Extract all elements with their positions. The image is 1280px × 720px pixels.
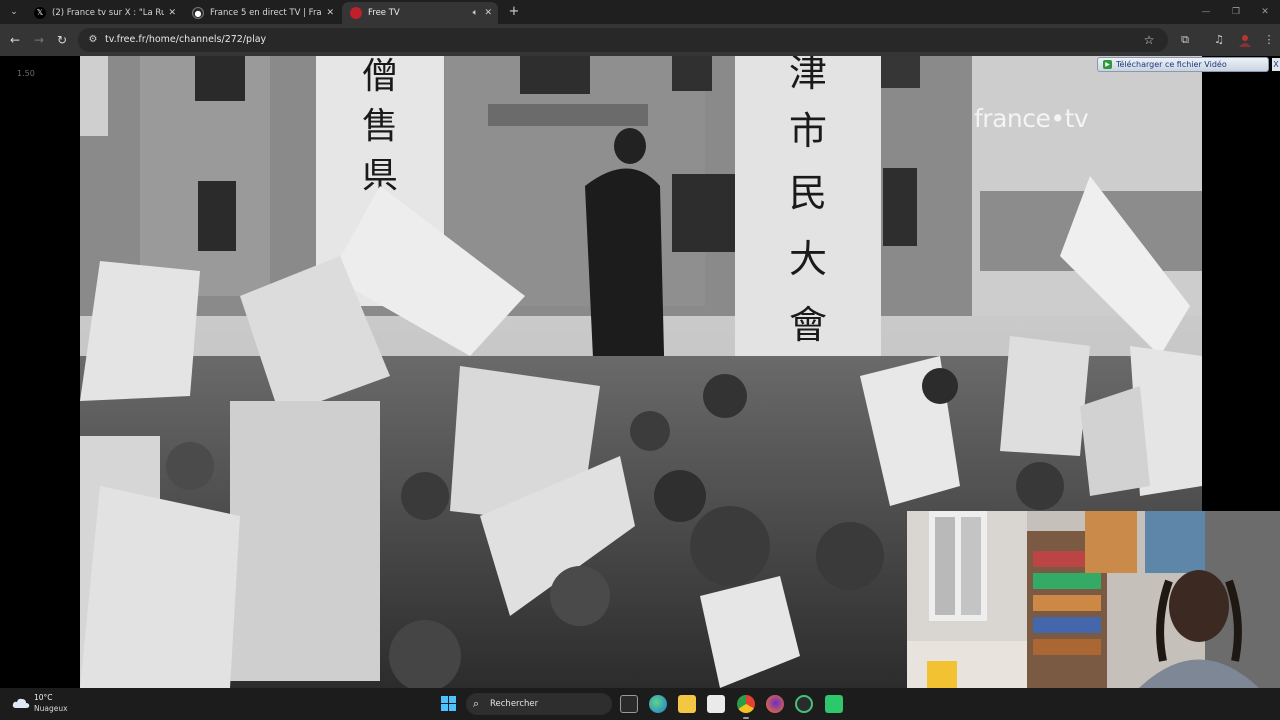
- forward-arrow-icon[interactable]: →: [30, 31, 48, 49]
- svg-text:大: 大: [789, 237, 827, 281]
- svg-text:售: 售: [362, 106, 398, 147]
- profile-avatar-icon[interactable]: [1236, 31, 1254, 49]
- webcam-overlay: [907, 511, 1280, 688]
- cloud-weather-icon[interactable]: [12, 697, 30, 709]
- tab-title: Free TV: [368, 8, 400, 18]
- address-bar[interactable]: ⚙ tv.free.fr/home/channels/272/play ☆: [78, 28, 1168, 52]
- download-close-button[interactable]: X: [1272, 58, 1280, 71]
- search-placeholder: Rechercher: [490, 699, 539, 709]
- close-tab-icon[interactable]: ✕: [484, 2, 492, 24]
- svg-text:津: 津: [789, 56, 827, 95]
- obs-studio-icon[interactable]: [795, 695, 813, 713]
- tab-free-tv[interactable]: Free TV 🔈︎ ✕: [342, 2, 498, 24]
- francetv-icon: ●: [192, 7, 204, 19]
- tab-france5-direct[interactable]: ● France 5 en direct TV | France T... ✕: [184, 2, 340, 24]
- download-video-label: Télécharger ce fichier Vidéo: [1116, 60, 1227, 69]
- playback-speed-label: 1.50: [17, 69, 35, 78]
- channel-watermark-logo: france•tv: [974, 104, 1089, 133]
- bookmark-star-icon[interactable]: ☆: [1140, 31, 1158, 49]
- svg-text:市: 市: [789, 109, 827, 153]
- windows-start-icon[interactable]: [441, 696, 457, 712]
- weather-description[interactable]: Nuageux: [34, 704, 68, 713]
- microsoft-store-icon[interactable]: [707, 695, 725, 713]
- tab-title: France 5 en direct TV | France T...: [210, 8, 322, 18]
- windows-taskbar: 10°C Nuageux ⌕ Rechercher: [0, 688, 1280, 720]
- tab-strip: ⌄ 𝕏 (2) France tv sur X : "La Russie, ..…: [0, 0, 1280, 24]
- taskbar-search-box[interactable]: ⌕ Rechercher: [466, 693, 612, 715]
- url-text[interactable]: tv.free.fr/home/channels/272/play: [105, 28, 266, 52]
- download-video-button[interactable]: ▶ Télécharger ce fichier Vidéo: [1097, 57, 1269, 72]
- minimize-icon[interactable]: —: [1191, 0, 1221, 24]
- app-green-icon[interactable]: [825, 695, 843, 713]
- freetv-icon: [350, 7, 362, 19]
- search-icon: ⌕: [473, 697, 480, 710]
- svg-text:僧: 僧: [362, 56, 398, 97]
- close-tab-icon[interactable]: ✕: [326, 2, 334, 24]
- firefox-icon[interactable]: [766, 695, 784, 713]
- webcam-room-scene: [907, 511, 1280, 688]
- page-content: 1.50 僧 售 県 津 市 民 大 會 france•tv ▶ Télécha…: [0, 56, 1280, 688]
- new-tab-button[interactable]: +: [506, 2, 522, 22]
- back-arrow-icon[interactable]: ←: [6, 31, 24, 49]
- close-window-icon[interactable]: ✕: [1250, 0, 1280, 24]
- tab-title: (2) France tv sur X : "La Russie, ...: [52, 8, 164, 18]
- chrome-icon[interactable]: [737, 695, 755, 713]
- screen: ⌄ 𝕏 (2) France tv sur X : "La Russie, ..…: [0, 0, 1280, 720]
- task-view-icon[interactable]: [620, 695, 638, 713]
- file-explorer-icon[interactable]: [678, 695, 696, 713]
- speaker-icon[interactable]: 🔈︎: [473, 2, 478, 24]
- more-menu-icon[interactable]: ⋮: [1260, 31, 1278, 49]
- svg-text:會: 會: [789, 303, 827, 347]
- weather-temperature[interactable]: 10°C: [34, 693, 53, 702]
- tab-france-tv-x[interactable]: 𝕏 (2) France tv sur X : "La Russie, ... …: [26, 2, 182, 24]
- media-controls-icon[interactable]: ♫: [1210, 31, 1228, 49]
- x-logo-icon: 𝕏: [34, 7, 46, 19]
- site-info-icon[interactable]: ⚙: [86, 32, 100, 48]
- close-tab-icon[interactable]: ✕: [168, 2, 176, 24]
- chrome-running-indicator: [743, 717, 749, 719]
- browser-toolbar: ← → ↻ ⚙ tv.free.fr/home/channels/272/pla…: [0, 24, 1280, 56]
- svg-text:民: 民: [789, 171, 827, 215]
- restore-icon[interactable]: ❐: [1221, 0, 1251, 24]
- tab-search-chevron-icon[interactable]: ⌄: [4, 3, 24, 21]
- extensions-puzzle-icon[interactable]: ⧉: [1176, 31, 1194, 49]
- edge-browser-icon[interactable]: [649, 695, 667, 713]
- reload-icon[interactable]: ↻: [53, 31, 71, 49]
- play-triangle-icon: ▶: [1103, 60, 1112, 69]
